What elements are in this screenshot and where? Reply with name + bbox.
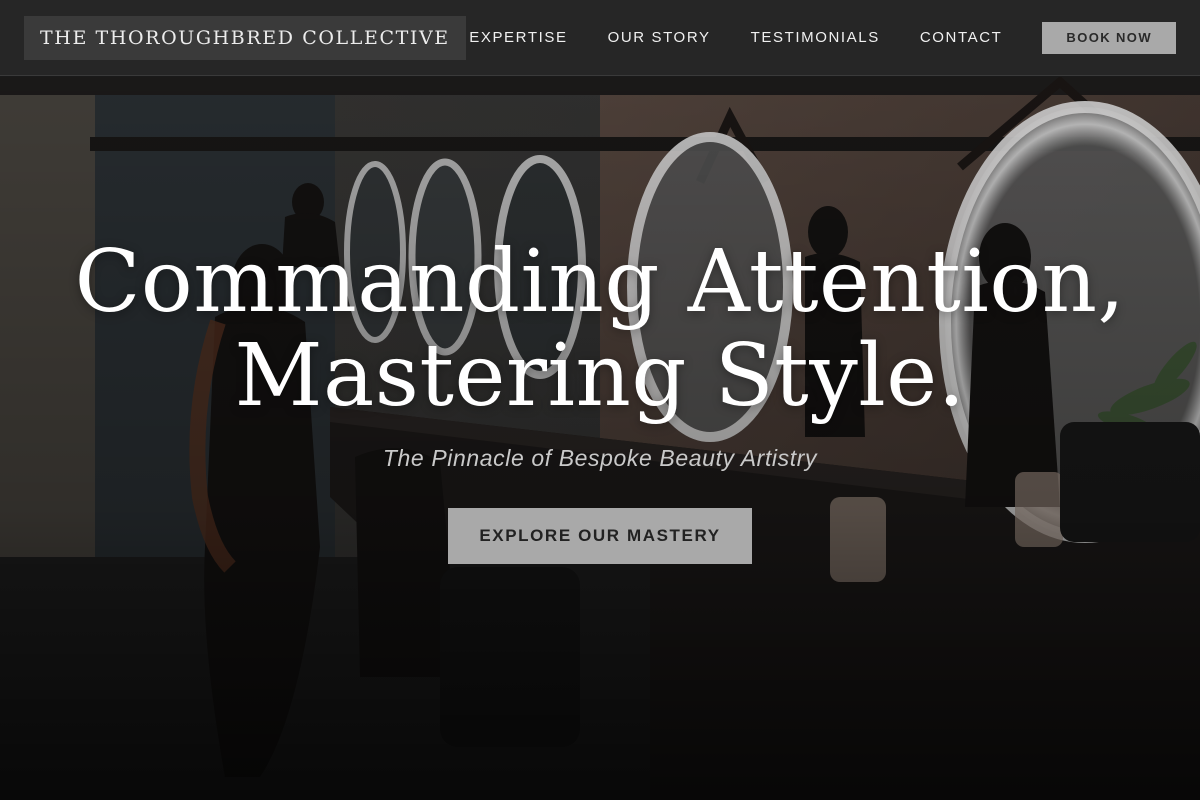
nav-link-testimonials[interactable]: TESTIMONIALS xyxy=(751,29,880,46)
brand-logo[interactable]: THE THOROUGHBRED COLLECTIVE xyxy=(24,15,466,60)
site-header: THE THOROUGHBRED COLLECTIVE EXPERTISE OU… xyxy=(0,0,1200,76)
hero-title-line-1: Commanding Attention, xyxy=(74,232,1126,332)
nav-link-our-story[interactable]: OUR STORY xyxy=(608,29,711,46)
hero-section: Commanding Attention, Mastering Style. T… xyxy=(0,77,1200,800)
explore-mastery-button[interactable]: EXPLORE OUR MASTERY xyxy=(448,508,752,564)
main-nav: EXPERTISE OUR STORY TESTIMONIALS CONTACT… xyxy=(469,21,1176,54)
nav-link-contact[interactable]: CONTACT xyxy=(920,29,1003,46)
hero-title-line-2: Mastering Style. xyxy=(234,326,966,426)
hero-content: Commanding Attention, Mastering Style. T… xyxy=(0,77,1200,800)
nav-link-expertise[interactable]: EXPERTISE xyxy=(469,29,567,46)
hero-subtitle: The Pinnacle of Bespoke Beauty Artistry xyxy=(382,445,818,471)
hero-title: Commanding Attention, Mastering Style. xyxy=(0,235,1200,423)
book-now-button[interactable]: BOOK NOW xyxy=(1042,21,1176,54)
